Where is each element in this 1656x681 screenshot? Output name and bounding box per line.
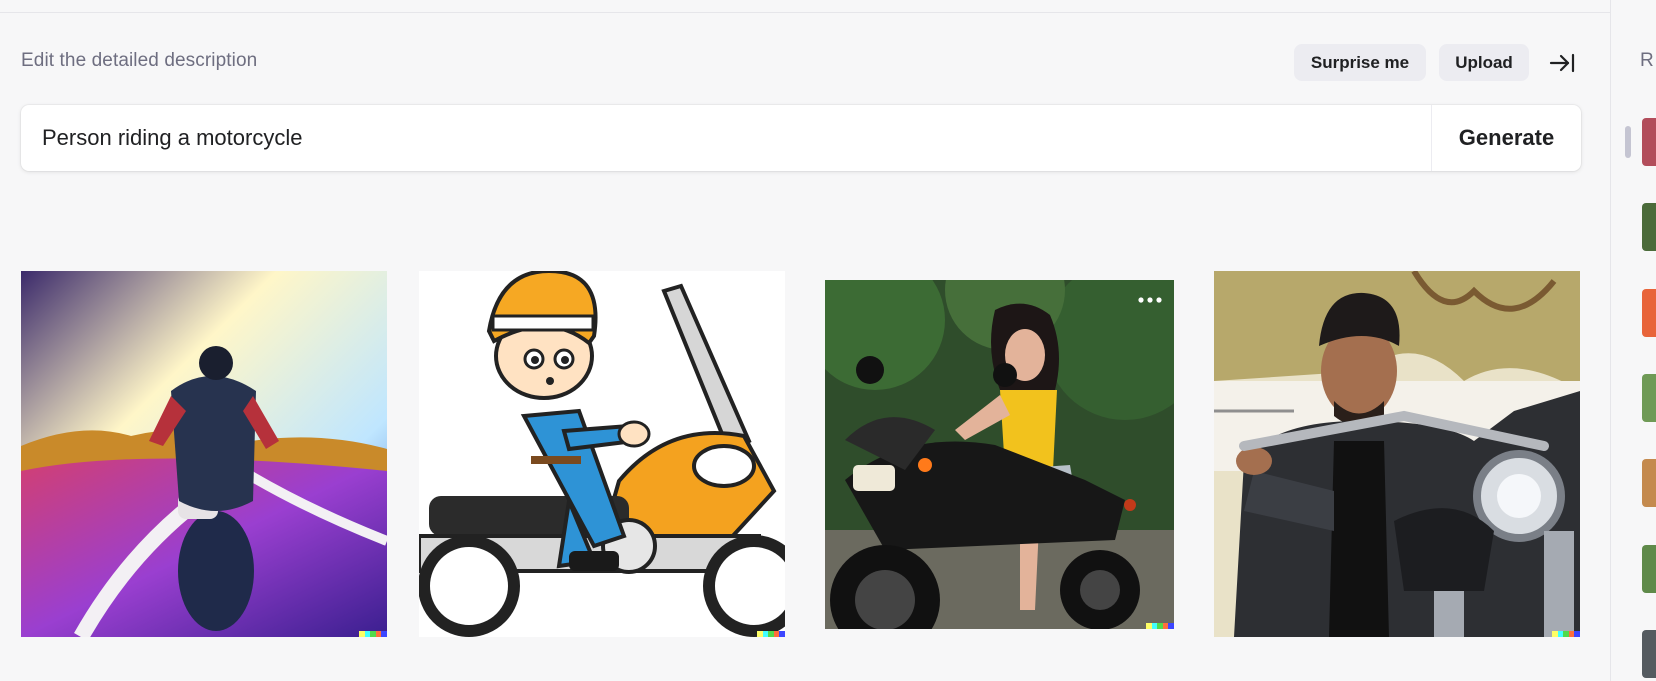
sig-blue bbox=[381, 631, 387, 637]
result-image-4[interactable] bbox=[1214, 271, 1580, 637]
history-thumbnail[interactable] bbox=[1642, 630, 1656, 678]
sig-blue bbox=[779, 631, 785, 637]
more-horizontal-icon[interactable] bbox=[1134, 290, 1166, 310]
image-signature bbox=[757, 631, 785, 637]
upload-button[interactable]: Upload bbox=[1439, 44, 1529, 81]
prompt-bar: Generate bbox=[21, 105, 1581, 171]
history-sidebar: R bbox=[1610, 0, 1656, 681]
prompt-label: Edit the detailed description bbox=[21, 50, 258, 71]
history-scrollbar[interactable] bbox=[1625, 126, 1631, 158]
history-thumbnail[interactable] bbox=[1642, 118, 1656, 166]
history-label: R bbox=[1640, 50, 1654, 71]
history-thumbnail[interactable] bbox=[1642, 289, 1656, 337]
prompt-input[interactable] bbox=[21, 105, 1431, 171]
image-signature bbox=[359, 631, 387, 637]
image-signature bbox=[1146, 623, 1174, 629]
history-thumbnail[interactable] bbox=[1642, 459, 1656, 507]
image-signature bbox=[1552, 631, 1580, 637]
history-thumbnail[interactable] bbox=[1642, 545, 1656, 593]
editor-main: Edit the detailed description Surprise m… bbox=[0, 0, 1610, 681]
surprise-me-button[interactable]: Surprise me bbox=[1294, 44, 1426, 81]
sig-blue bbox=[1574, 631, 1580, 637]
arrow-to-right-icon[interactable] bbox=[1546, 49, 1578, 77]
result-image-1[interactable] bbox=[21, 271, 387, 637]
result-image-2[interactable] bbox=[419, 271, 785, 637]
history-thumbnail[interactable] bbox=[1642, 203, 1656, 251]
history-thumbnail[interactable] bbox=[1642, 374, 1656, 422]
sig-blue bbox=[1168, 623, 1174, 629]
result-image-3[interactable] bbox=[825, 280, 1174, 629]
generate-button[interactable]: Generate bbox=[1432, 105, 1581, 171]
